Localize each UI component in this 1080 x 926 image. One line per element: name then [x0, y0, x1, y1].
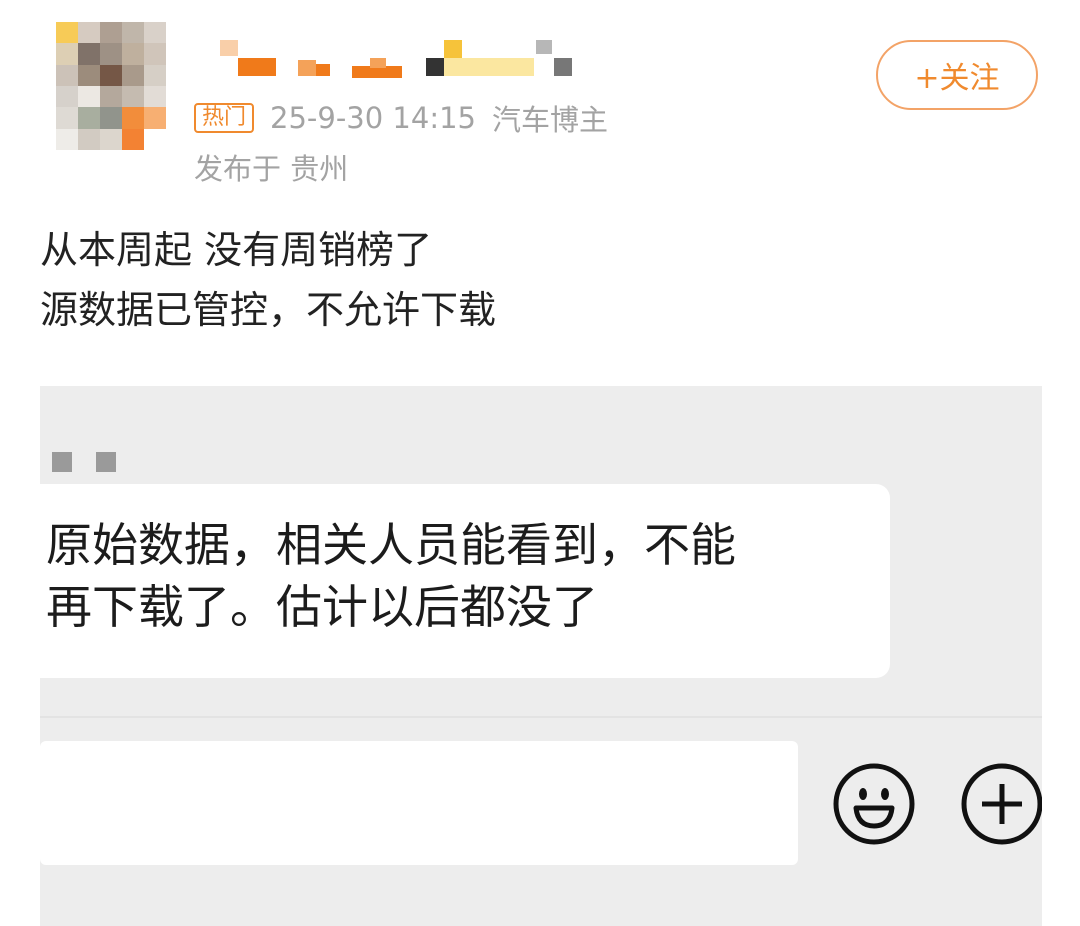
follow-button[interactable]: +关注 — [876, 40, 1038, 110]
hot-badge: 热门 — [194, 103, 255, 133]
plus-circle-icon — [961, 763, 1042, 845]
smiley-face-icon — [833, 763, 915, 845]
chat-screenshot-image[interactable]: 原始数据，相关人员能看到，不能 再下载了。估计以后都没了 — [40, 386, 1042, 926]
chat-input-box — [40, 741, 798, 865]
post-meta: 热门 25-9-30 14:15 汽车博主 — [194, 100, 609, 137]
post-text-line: 源数据已管控，不允许下载 — [40, 288, 497, 332]
avatar[interactable] — [56, 22, 166, 150]
post-location: 发布于 贵州 — [194, 152, 349, 186]
chat-message-line: 原始数据，相关人员能看到，不能 — [46, 518, 736, 572]
post-text-line: 从本周起 没有周销榜了 — [40, 228, 433, 272]
author-role: 汽车博主 — [492, 103, 609, 137]
username-blurred[interactable] — [220, 38, 580, 82]
chat-message-bubble: 原始数据，相关人员能看到，不能 再下载了。估计以后都没了 — [40, 484, 890, 678]
chat-divider — [40, 716, 1042, 718]
post-timestamp: 25-9-30 14:15 — [270, 101, 476, 135]
post-text: 从本周起 没有周销榜了 源数据已管控，不允许下载 — [40, 220, 496, 340]
chat-message-line: 再下载了。估计以后都没了 — [46, 580, 598, 634]
